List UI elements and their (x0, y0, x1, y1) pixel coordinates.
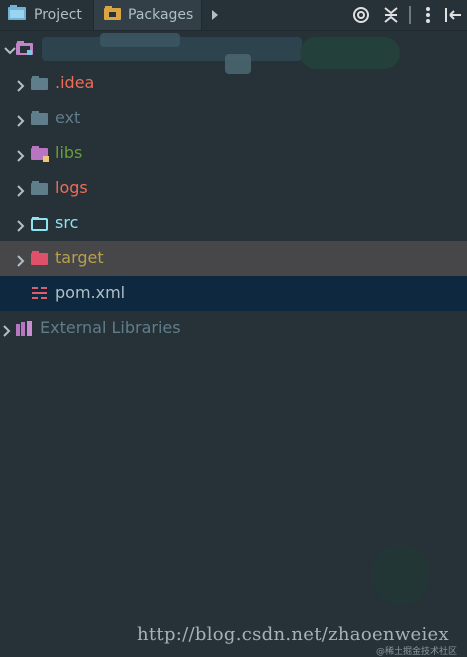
chevron-right-icon[interactable] (16, 252, 26, 271)
module-folder-icon (16, 41, 34, 60)
watermark-caption: @稀土掘金技术社区 (376, 647, 458, 657)
project-window-icon (8, 5, 28, 25)
tool-window-header: Project Packages (0, 0, 467, 31)
maven-file-icon (32, 286, 48, 305)
tree-row-root[interactable] (0, 31, 467, 74)
obscured-name-part (300, 37, 400, 69)
tree-row-external-libraries[interactable]: External Libraries (0, 311, 467, 346)
tree-item-label: .idea (55, 73, 95, 92)
tree-item-label: External Libraries (40, 318, 181, 337)
folder-icon (31, 181, 49, 200)
tree-row-ext[interactable]: ext (0, 101, 467, 136)
packages-folder-icon (104, 5, 122, 25)
tree-row-pom[interactable]: pom.xml (0, 276, 467, 311)
tab-packages[interactable]: Packages (93, 0, 203, 30)
external-libraries-icon (16, 321, 34, 341)
chevron-right-icon[interactable] (16, 112, 26, 131)
chevron-right-icon[interactable] (16, 147, 26, 166)
tab-packages-label: Packages (128, 7, 194, 23)
folder-icon (31, 111, 49, 130)
tree-row-idea[interactable]: .idea (0, 66, 467, 101)
tree-row-logs[interactable]: logs (0, 171, 467, 206)
source-folder-icon (31, 216, 49, 235)
tab-project-label: Project (34, 7, 82, 23)
excluded-folder-icon (31, 251, 49, 270)
folder-icon (31, 76, 49, 95)
chevron-down-icon[interactable] (4, 42, 16, 61)
chevron-right-icon[interactable] (16, 217, 26, 236)
collapse-all-icon[interactable] (382, 6, 400, 28)
chevron-right-icon[interactable] (16, 77, 26, 96)
more-tabs-icon[interactable] (210, 7, 220, 27)
tab-project[interactable]: Project (8, 0, 82, 30)
obscured-name-part (100, 33, 180, 47)
options-icon[interactable] (424, 6, 432, 28)
tree-item-label: libs (55, 143, 83, 162)
toolbar-divider (409, 6, 411, 28)
tree-row-target[interactable]: target (0, 241, 467, 276)
tree-item-label: target (55, 248, 104, 267)
chevron-right-icon[interactable] (2, 322, 12, 341)
image-artifact (372, 545, 430, 605)
tree-row-libs[interactable]: libs (0, 136, 467, 171)
watermark-url: http://blog.csdn.net/zhaoenweiex (137, 624, 449, 645)
chevron-right-icon[interactable] (16, 182, 26, 201)
tree-item-label: src (55, 213, 79, 232)
tree-item-label: ext (55, 108, 81, 127)
tree-item-label: logs (55, 178, 88, 197)
tree-item-label: pom.xml (55, 283, 126, 302)
locate-target-icon[interactable] (352, 6, 370, 28)
tree-row-src[interactable]: src (0, 206, 467, 241)
hide-panel-icon[interactable] (444, 6, 462, 28)
library-folder-icon (31, 146, 50, 167)
